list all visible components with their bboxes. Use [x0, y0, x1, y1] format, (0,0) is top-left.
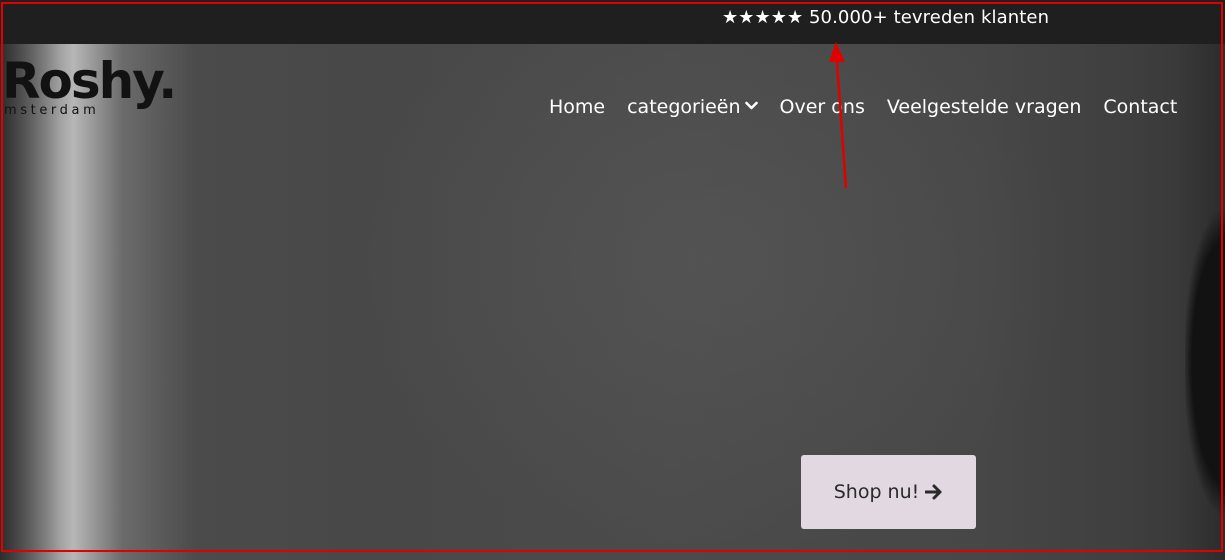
- nav-categories[interactable]: categorieën: [627, 94, 758, 118]
- shop-now-label: Shop nu!: [833, 481, 920, 503]
- main-nav: Home categorieën Over ons Veelgestelde vrag…: [549, 94, 1199, 118]
- nav-home[interactable]: Home: [549, 96, 605, 118]
- nav-contact[interactable]: Contact: [1103, 96, 1177, 118]
- nav-about[interactable]: Over ons: [780, 96, 865, 118]
- logo-wordmark: Roshy.: [2, 52, 177, 110]
- arrow-right-icon: [925, 484, 943, 500]
- announcement-text: ★★★★★ 50.000+ tevreden klanten: [722, 7, 1050, 28]
- shop-now-button[interactable]: Shop nu!: [801, 455, 976, 529]
- nav-categories-label: categorieën: [627, 96, 741, 118]
- logo[interactable]: Roshy. msterdam: [2, 52, 177, 118]
- chevron-down-icon: [744, 94, 758, 116]
- hero-image: [0, 44, 1225, 560]
- hero-shade-right: [1185, 120, 1225, 560]
- nav-faq[interactable]: Veelgestelde vragen: [887, 96, 1082, 118]
- announcement-bar: ★★★★★ 50.000+ tevreden klanten: [0, 0, 1225, 44]
- hero-shade-left: [0, 44, 60, 560]
